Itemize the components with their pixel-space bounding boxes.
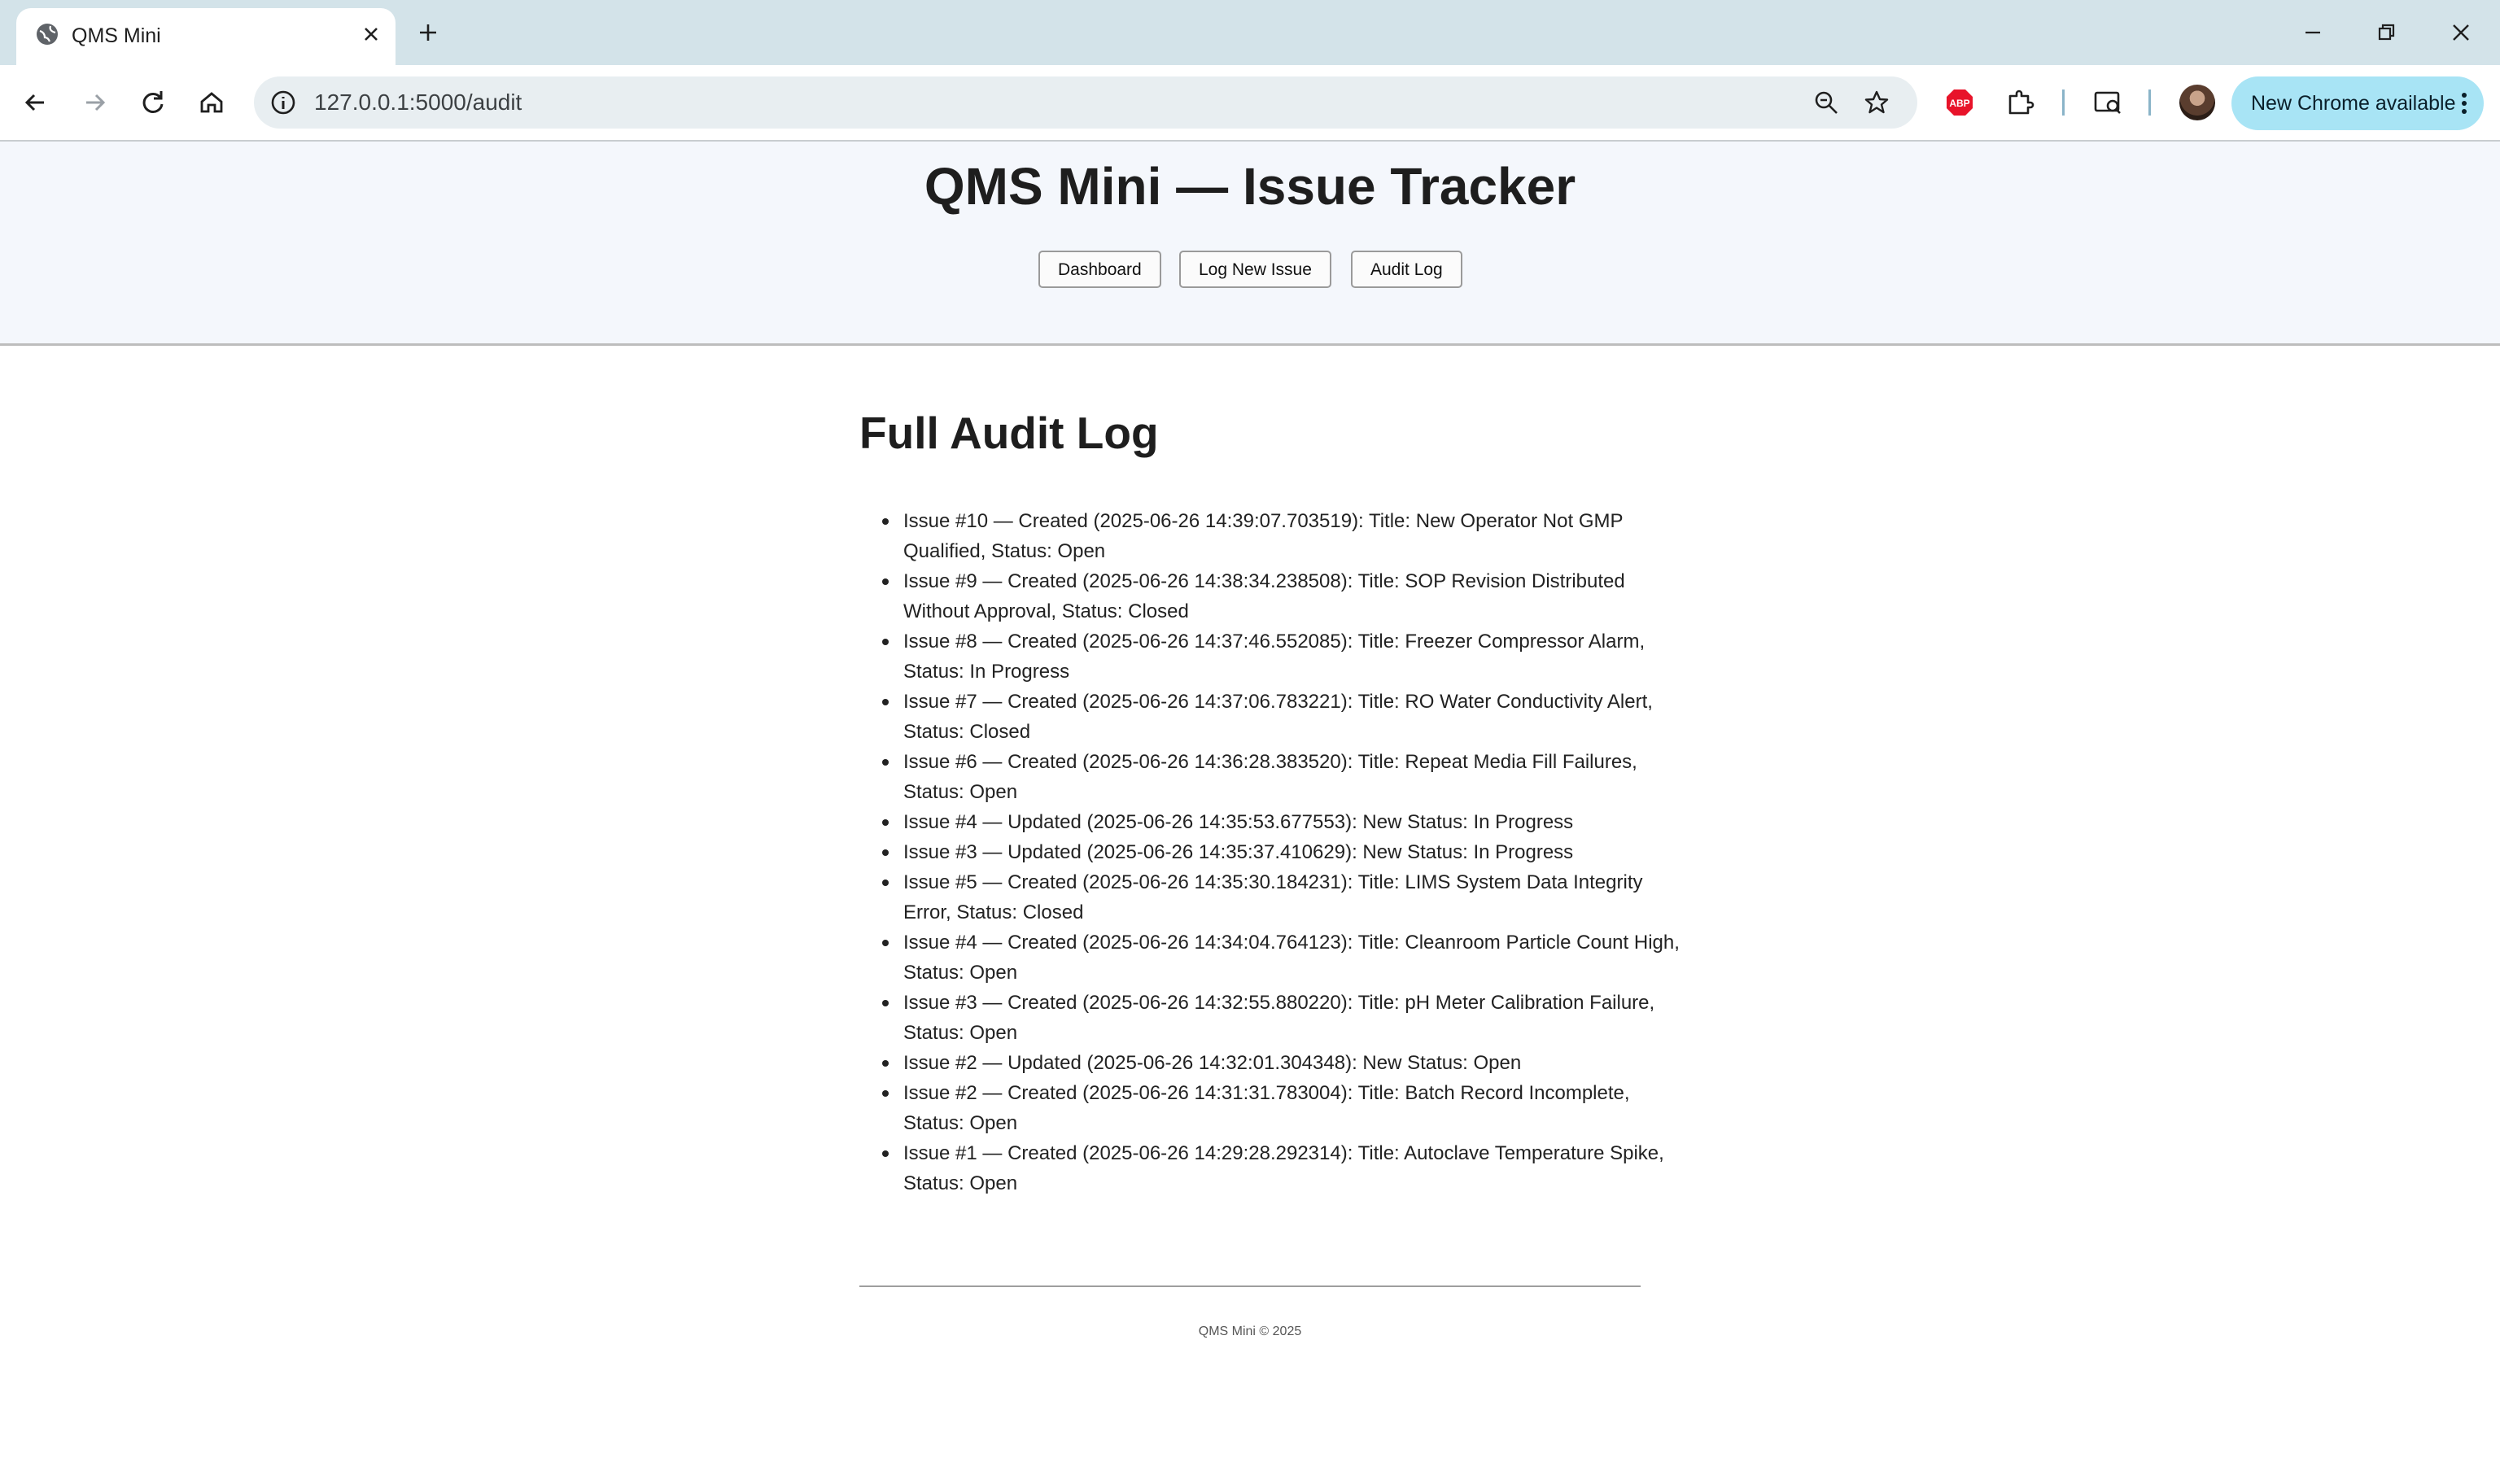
toolbar-divider — [2148, 89, 2151, 116]
svg-text:ABP: ABP — [1949, 98, 1969, 109]
audit-entry: Issue #6 — Created (2025-06-26 14:36:28.… — [882, 747, 1685, 807]
footer-divider — [859, 1285, 1641, 1287]
profile-avatar[interactable] — [2179, 85, 2215, 120]
back-icon[interactable] — [18, 85, 54, 120]
extensions-icon[interactable] — [2002, 85, 2038, 120]
audit-entry: Issue #4 — Updated (2025-06-26 14:35:53.… — [882, 807, 1685, 837]
audit-entry: Issue #2 — Created (2025-06-26 14:31:31.… — [882, 1078, 1685, 1138]
chrome-update-button[interactable]: New Chrome available — [2231, 76, 2484, 130]
audit-log-list: Issue #10 — Created (2025-06-26 14:39:07… — [882, 506, 1685, 1198]
main-content: Full Audit Log Issue #10 — Created (2025… — [859, 407, 1680, 1194]
footer-copyright: QMS Mini © 2025 — [1198, 1325, 1302, 1338]
site-nav: Dashboard Log New Issue Audit Log — [0, 251, 2500, 291]
new-tab-icon[interactable] — [413, 18, 443, 47]
audit-entry: Issue #7 — Created (2025-06-26 14:37:06.… — [882, 687, 1685, 747]
home-icon[interactable] — [194, 85, 229, 120]
restore-icon[interactable] — [2370, 16, 2402, 49]
audit-entry: Issue #4 — Created (2025-06-26 14:34:04.… — [882, 928, 1685, 988]
reload-icon[interactable] — [135, 85, 171, 120]
zoom-icon[interactable] — [1812, 88, 1841, 117]
forward-icon[interactable] — [76, 85, 112, 120]
browser-toolbar: 127.0.0.1:5000/audit ABP New Chrome avai… — [0, 65, 2500, 142]
site-header: QMS Mini — Issue Tracker Dashboard Log N… — [0, 142, 2500, 346]
audit-entry: Issue #10 — Created (2025-06-26 14:39:07… — [882, 506, 1685, 566]
adblock-icon[interactable]: ABP — [1942, 85, 1978, 120]
tab-title: QMS Mini — [72, 24, 161, 47]
audit-entry: Issue #1 — Created (2025-06-26 14:29:28.… — [882, 1138, 1685, 1198]
page-heading: Full Audit Log — [859, 408, 1159, 458]
toolbar-divider — [2062, 89, 2065, 116]
browser-tabstrip: QMS Mini — [0, 0, 2500, 65]
nav-dashboard-button[interactable]: Dashboard — [1038, 251, 1161, 288]
site-title: QMS Mini — Issue Tracker — [924, 157, 1576, 216]
browser-tab[interactable]: QMS Mini — [16, 8, 396, 65]
minimize-icon[interactable] — [2297, 16, 2329, 49]
audit-entry: Issue #5 — Created (2025-06-26 14:35:30.… — [882, 867, 1685, 928]
audit-entry: Issue #9 — Created (2025-06-26 14:38:34.… — [882, 566, 1685, 626]
bookmark-star-icon[interactable] — [1862, 88, 1891, 117]
nav-log-new-issue-button[interactable]: Log New Issue — [1179, 251, 1331, 288]
close-tab-icon[interactable] — [358, 21, 384, 47]
more-menu-icon[interactable] — [2451, 89, 2477, 117]
audit-entry: Issue #3 — Created (2025-06-26 14:32:55.… — [882, 988, 1685, 1048]
url-text[interactable]: 127.0.0.1:5000/audit — [314, 89, 522, 116]
update-label: New Chrome available — [2251, 92, 2456, 115]
nav-audit-log-button[interactable]: Audit Log — [1351, 251, 1462, 288]
close-window-icon[interactable] — [2445, 16, 2477, 49]
tab-search-icon[interactable] — [2090, 85, 2126, 120]
audit-entry: Issue #8 — Created (2025-06-26 14:37:46.… — [882, 626, 1685, 687]
globe-icon — [37, 24, 58, 45]
audit-entry: Issue #3 — Updated (2025-06-26 14:35:37.… — [882, 837, 1685, 867]
address-bar[interactable]: 127.0.0.1:5000/audit — [254, 76, 1917, 129]
site-info-icon[interactable] — [269, 88, 298, 117]
audit-entry: Issue #2 — Updated (2025-06-26 14:32:01.… — [882, 1048, 1685, 1078]
